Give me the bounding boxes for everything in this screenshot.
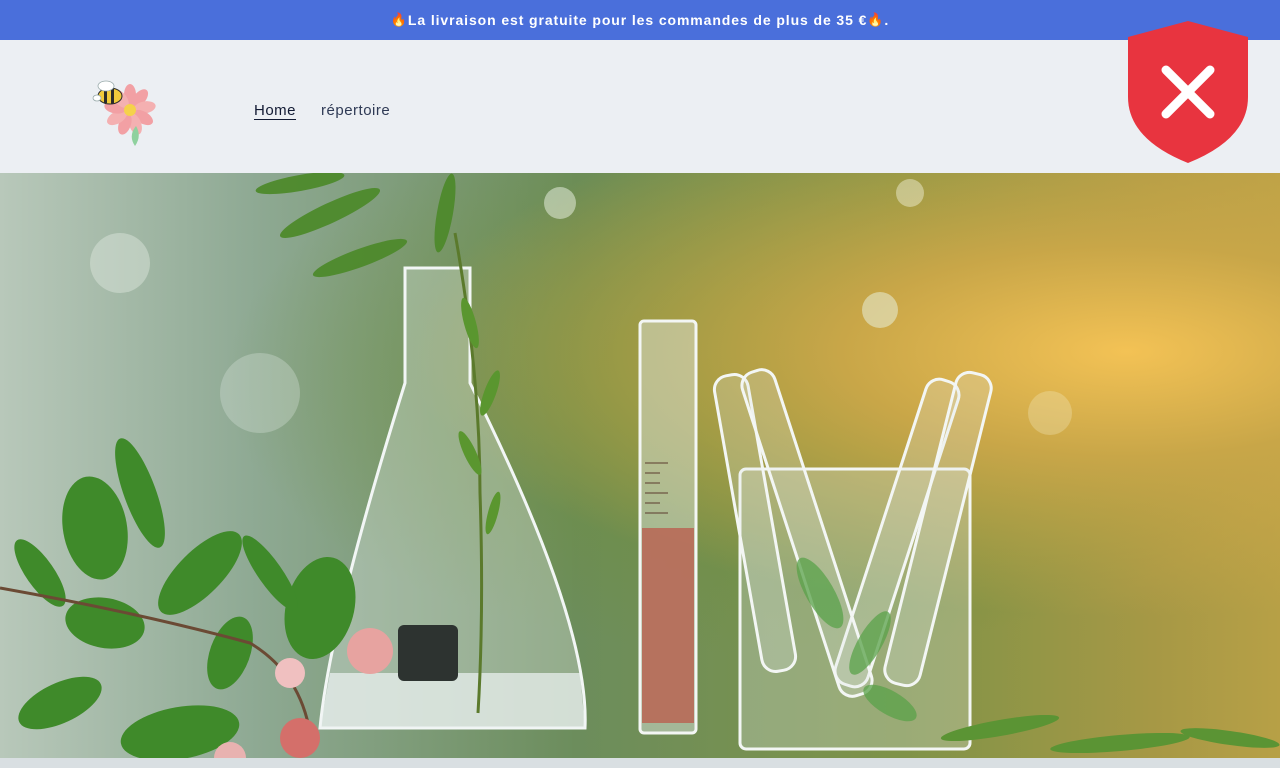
- main-nav: Home répertoire: [254, 102, 390, 119]
- nav-home-link[interactable]: Home: [254, 102, 296, 119]
- site-header: Home répertoire: [0, 40, 1280, 173]
- bee-flower-logo-icon: [92, 80, 156, 146]
- security-badge[interactable]: [1126, 19, 1250, 165]
- announcement-suffix: .: [884, 12, 890, 28]
- hero-banner: [0, 173, 1280, 768]
- fire-emoji-icon: 🔥: [867, 12, 885, 27]
- lab-glassware-plants-image: [0, 173, 1280, 768]
- announcement-bar: 🔥 La livraison est gratuite pour les com…: [0, 0, 1280, 40]
- announcement-text: La livraison est gratuite pour les comma…: [407, 12, 868, 28]
- fire-emoji-icon: 🔥: [390, 12, 408, 27]
- shield-close-icon: [1128, 21, 1248, 163]
- nav-repertoire-link[interactable]: répertoire: [321, 102, 390, 119]
- logo[interactable]: [88, 78, 162, 148]
